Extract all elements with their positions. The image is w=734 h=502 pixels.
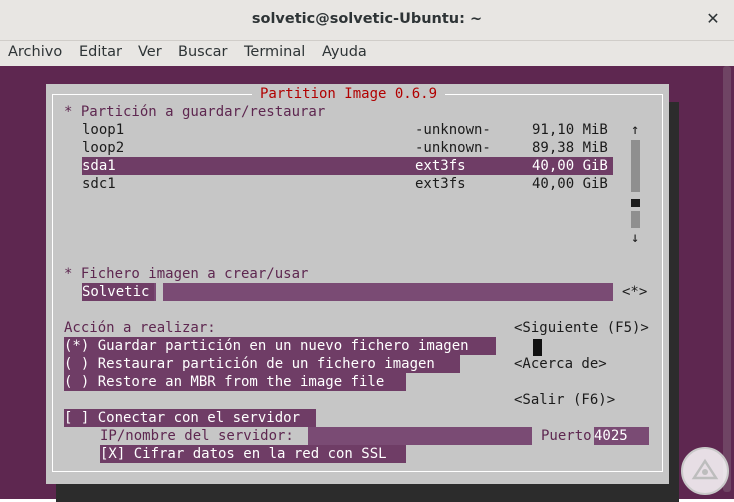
partition-name: sdc1 — [82, 176, 116, 192]
image-file-value: Solvetic — [82, 284, 150, 300]
terminal-window: solvetic@solvetic-Ubuntu: ~ ✕ Archivo Ed… — [0, 0, 734, 502]
partition-fs: ext3fs — [415, 176, 466, 192]
terminal-scrollbar[interactable] — [723, 66, 731, 492]
action-label: Acción a realizar: — [64, 320, 216, 336]
menu-ver[interactable]: Ver — [138, 44, 162, 60]
menu-bar: Archivo Editar Ver Buscar Terminal Ayuda — [0, 41, 734, 65]
partition-fs: ext3fs — [415, 158, 466, 174]
window-title: solvetic@solvetic-Ubuntu: ~ — [251, 11, 483, 27]
server-checkbox[interactable]: [ ] Conectar con el servidor — [64, 409, 300, 427]
partition-name: loop1 — [82, 122, 125, 138]
close-icon[interactable]: ✕ — [704, 10, 722, 28]
scroll-down-arrow-icon[interactable]: ↓ — [631, 229, 639, 247]
partition-name: sda1 — [82, 158, 116, 174]
dialog-title: Partition Image 0.6.9 — [252, 85, 446, 103]
partition-fs: -unknown- — [415, 140, 491, 156]
action-mbr-radio[interactable]: ( ) Restore an MBR from the image file — [64, 373, 384, 391]
next-button[interactable]: <Siguiente (F5)> — [514, 319, 649, 337]
server-ip-input[interactable] — [308, 427, 532, 445]
menu-ayuda[interactable]: Ayuda — [322, 44, 367, 60]
partition-size: 89,38 MiB — [532, 140, 608, 156]
partition-name: loop2 — [82, 140, 125, 156]
menu-terminal[interactable]: Terminal — [244, 44, 305, 60]
partition-size: 40,00 GiB — [532, 158, 608, 174]
list-scroll-track-lower[interactable] — [631, 211, 640, 228]
menu-editar[interactable]: Editar — [79, 44, 122, 60]
partition-fs: -unknown- — [415, 122, 491, 138]
image-file-cursor-gap — [156, 283, 163, 301]
action-save-radio[interactable]: (*) Guardar partición en un nuevo ficher… — [64, 337, 469, 355]
menu-buscar[interactable]: Buscar — [178, 44, 228, 60]
scroll-up-arrow-icon[interactable]: ↑ — [631, 121, 639, 139]
port-label: Puerto — [541, 428, 592, 444]
title-bar: solvetic@solvetic-Ubuntu: ~ ✕ — [0, 0, 734, 41]
exit-button[interactable]: <Salir (F6)> — [514, 391, 615, 409]
partition-size: 40,00 GiB — [532, 176, 608, 192]
ssl-checkbox[interactable]: [X] Cifrar datos en la red con SSL — [100, 445, 387, 463]
list-scroll-thumb[interactable] — [631, 199, 640, 207]
about-button[interactable]: <Acerca de> — [514, 355, 607, 373]
menu-archivo[interactable]: Archivo — [8, 44, 62, 60]
action-restore-radio[interactable]: ( ) Restaurar partición de un fichero im… — [64, 355, 435, 373]
image-file-label: * Fichero imagen a crear/usar — [64, 266, 309, 282]
port-value: 4025 — [594, 428, 628, 444]
watermark-logo-icon — [681, 447, 729, 495]
partition-label: * Partición a guardar/restaurar — [64, 104, 326, 120]
partition-size: 91,10 MiB — [532, 122, 608, 138]
list-scroll-track[interactable] — [631, 140, 640, 192]
image-browse-button[interactable]: <*> — [622, 283, 647, 301]
text-cursor — [533, 339, 542, 356]
server-ip-label: IP/nombre del servidor: — [100, 428, 294, 444]
